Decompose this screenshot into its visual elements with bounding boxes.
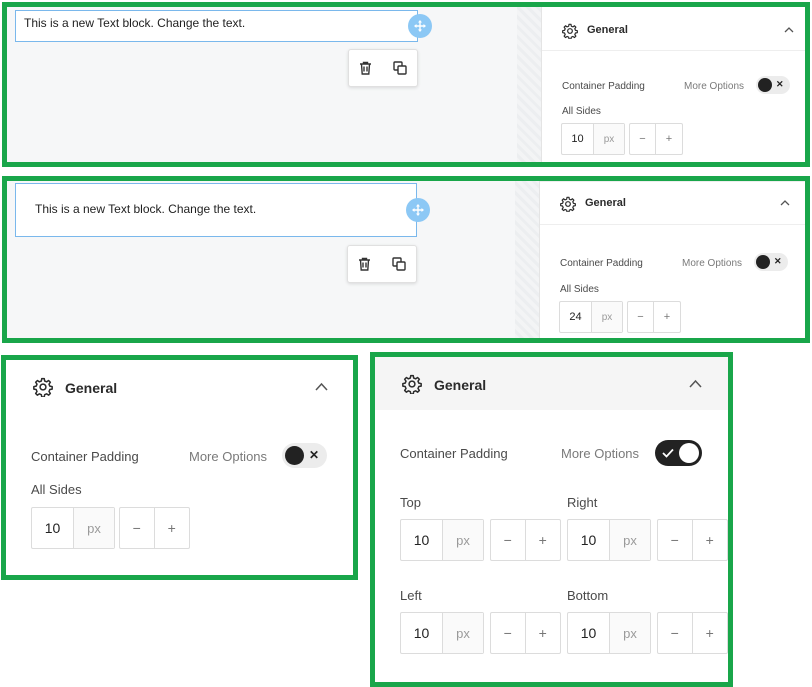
decrement-button[interactable]: − (628, 302, 654, 332)
trash-icon[interactable] (358, 257, 371, 271)
increment-button[interactable]: + (693, 613, 728, 653)
panel-header[interactable]: General (542, 11, 805, 51)
gear-icon (33, 377, 53, 397)
container-padding-label: Container Padding (400, 446, 508, 461)
trash-icon[interactable] (359, 61, 372, 75)
block-actions-toolbar (347, 245, 417, 283)
screenshot-frame-4: General Container Padding More Options T… (370, 352, 733, 687)
settings-sidebar: General Container Padding More Options ✕… (539, 181, 805, 338)
chevron-up-icon[interactable] (780, 199, 790, 206)
duplicate-icon[interactable] (393, 61, 407, 75)
text-block[interactable]: This is a new Text block. Change the tex… (15, 183, 417, 237)
top-label: Top (400, 495, 421, 510)
padding-all-stepper: − + (627, 301, 681, 333)
decrement-button[interactable]: − (120, 508, 155, 548)
close-icon: ✕ (309, 448, 320, 462)
panel-title: General (434, 377, 487, 393)
move-handle[interactable] (406, 198, 430, 222)
screenshot-frame-1: This is a new Text block. Change the tex… (2, 2, 810, 167)
padding-top-input[interactable]: 10 px (400, 519, 484, 561)
more-options-toggle[interactable] (655, 440, 702, 466)
all-sides-label: All Sides (562, 106, 601, 117)
more-options-toggle[interactable]: ✕ (754, 253, 788, 271)
close-icon: ✕ (774, 256, 782, 266)
block-actions-toolbar (348, 49, 418, 87)
padding-left-input[interactable]: 10 px (400, 612, 484, 654)
chevron-up-icon[interactable] (315, 382, 328, 391)
panel-header[interactable]: General (6, 360, 353, 415)
check-icon (662, 448, 674, 458)
panel-header[interactable]: General (375, 357, 728, 410)
move-icon (412, 204, 424, 216)
panel-title: General (65, 380, 118, 396)
screenshot-frame-2: This is a new Text block. Change the tex… (2, 176, 810, 343)
increment-button[interactable]: + (656, 124, 682, 154)
panel-title: General (585, 197, 626, 209)
container-padding-label: Container Padding (562, 81, 645, 92)
canvas-edge (515, 181, 539, 338)
padding-all-input[interactable]: 10 px (31, 507, 115, 549)
increment-button[interactable]: + (526, 520, 561, 560)
duplicate-icon[interactable] (392, 257, 406, 271)
decrement-button[interactable]: − (658, 613, 693, 653)
padding-right-stepper: − + (657, 519, 728, 561)
decrement-button[interactable]: − (658, 520, 693, 560)
container-padding-label: Container Padding (560, 258, 643, 269)
decrement-button[interactable]: − (491, 520, 526, 560)
decrement-button[interactable]: − (630, 124, 656, 154)
decrement-button[interactable]: − (491, 613, 526, 653)
all-sides-label: All Sides (31, 482, 82, 497)
more-options-label: More Options (684, 81, 745, 92)
chevron-up-icon[interactable] (689, 379, 702, 388)
container-padding-label: Container Padding (31, 449, 139, 464)
padding-all-input[interactable]: 24 px (559, 301, 623, 333)
close-icon: ✕ (776, 79, 784, 89)
move-handle[interactable] (408, 14, 432, 38)
padding-bottom-input[interactable]: 10 px (567, 612, 651, 654)
increment-button[interactable]: + (654, 302, 680, 332)
panel-title: General (587, 24, 628, 36)
gear-icon (402, 374, 422, 394)
canvas-edge (517, 7, 541, 162)
chevron-up-icon[interactable] (784, 26, 794, 33)
screenshot-frame-3: General Container Padding More Options ✕… (1, 355, 358, 580)
settings-sidebar: General Container Padding More Options ✕… (541, 7, 805, 162)
padding-right-input[interactable]: 10 px (567, 519, 651, 561)
left-label: Left (400, 588, 422, 603)
increment-button[interactable]: + (526, 613, 561, 653)
padding-all-stepper: − + (629, 123, 683, 155)
padding-all-stepper: − + (119, 507, 190, 549)
padding-bottom-stepper: − + (657, 612, 728, 654)
more-options-toggle[interactable]: ✕ (756, 76, 790, 94)
padding-left-stepper: − + (490, 612, 561, 654)
panel-header[interactable]: General (540, 181, 805, 225)
all-sides-label: All Sides (560, 284, 599, 295)
gear-icon (562, 23, 578, 39)
text-block-content: This is a new Text block. Change the tex… (24, 16, 246, 30)
text-block[interactable]: This is a new Text block. Change the tex… (15, 10, 418, 42)
text-block-content: This is a new Text block. Change the tex… (35, 202, 257, 216)
padding-all-input[interactable]: 10 px (561, 123, 625, 155)
more-options-label: More Options (561, 446, 640, 461)
more-options-label: More Options (189, 449, 268, 464)
move-icon (414, 20, 426, 32)
gear-icon (560, 196, 576, 212)
increment-button[interactable]: + (155, 508, 190, 548)
more-options-toggle[interactable]: ✕ (282, 443, 327, 468)
bottom-label: Bottom (567, 588, 609, 603)
increment-button[interactable]: + (693, 520, 728, 560)
padding-top-stepper: − + (490, 519, 561, 561)
right-label: Right (567, 495, 598, 510)
more-options-label: More Options (682, 258, 743, 269)
